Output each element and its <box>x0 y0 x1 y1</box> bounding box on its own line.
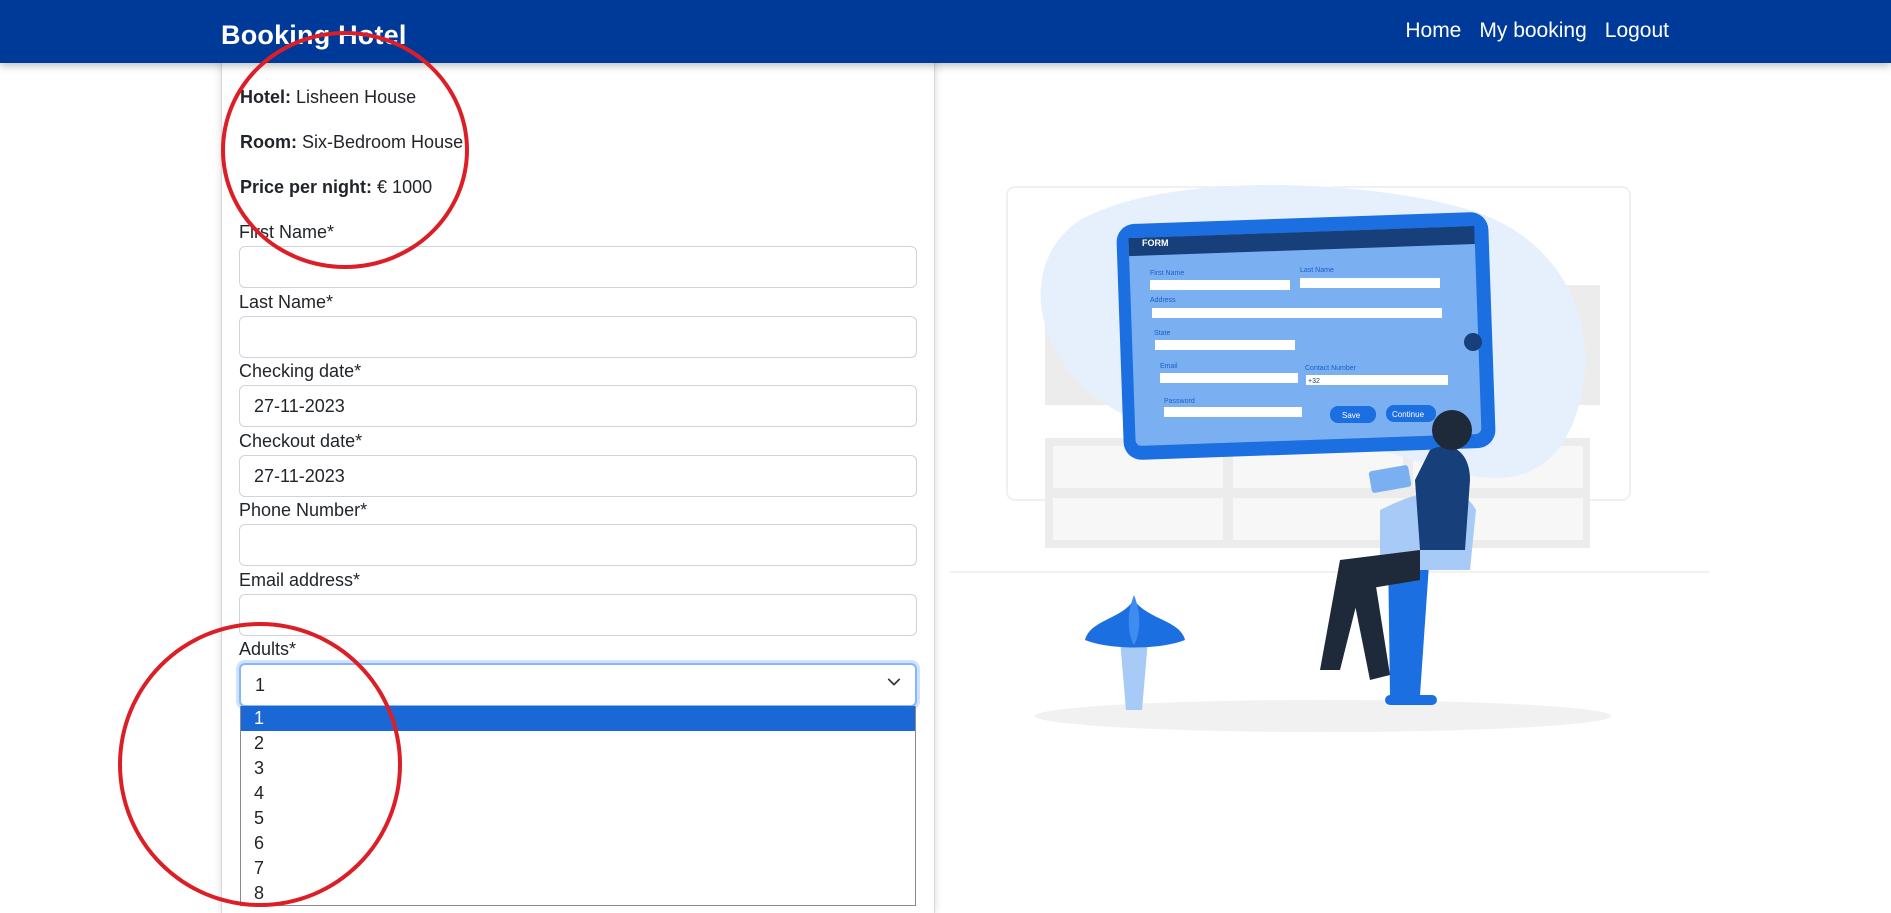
tablet-state-label: State <box>1154 330 1170 337</box>
nav-my-booking-link[interactable]: My booking <box>1479 19 1586 43</box>
nav-home-link[interactable]: Home <box>1405 19 1461 43</box>
tablet-email-label: Email <box>1160 363 1178 370</box>
adults-select[interactable]: 1 <box>239 663 917 707</box>
tablet-first-name-label: First Name <box>1150 270 1184 277</box>
price-label: Price per night: <box>240 177 373 197</box>
nav-logout-link[interactable]: Logout <box>1605 19 1669 43</box>
adults-dropdown-list: 1 2 3 4 5 6 7 8 <box>240 706 916 906</box>
adults-option[interactable]: 5 <box>241 806 915 831</box>
navbar: Booking Hotel Home My booking Logout <box>0 0 1891 63</box>
email-input[interactable] <box>239 594 917 636</box>
hotel-info: Hotel: Lisheen House <box>240 87 416 108</box>
adults-option[interactable]: 1 <box>241 706 915 731</box>
adults-label: Adults* <box>239 639 297 659</box>
checkout-date-input[interactable]: 27-11-2023 <box>239 455 917 497</box>
plant-icon <box>1085 595 1185 710</box>
email-label: Email address* <box>239 570 361 590</box>
checkin-date-input[interactable]: 27-11-2023 <box>239 385 917 427</box>
adults-option[interactable]: 6 <box>241 831 915 856</box>
checkin-label: Checking date* <box>239 361 362 381</box>
brand-title[interactable]: Booking Hotel <box>221 20 407 51</box>
checkout-label: Checkout date* <box>239 431 363 451</box>
tablet-last-name-label: Last Name <box>1300 267 1334 274</box>
tablet-country-code: +32 <box>1308 378 1320 385</box>
adults-option[interactable]: 3 <box>241 756 915 781</box>
phone-label: Phone Number* <box>239 500 368 520</box>
adults-option[interactable]: 8 <box>241 881 915 905</box>
adults-selected-value: 1 <box>255 675 266 695</box>
tablet-save-button: Save <box>1342 411 1361 420</box>
tablet-continue-button: Continue <box>1392 410 1425 419</box>
adults-option[interactable]: 4 <box>241 781 915 806</box>
adults-option[interactable]: 7 <box>241 856 915 881</box>
nav-links: Home My booking Logout <box>1405 19 1669 43</box>
phone-input[interactable] <box>239 524 917 566</box>
booking-form-illustration: FORM First Name Last Name Address State … <box>950 185 1710 732</box>
last-name-label: Last Name* <box>239 292 334 312</box>
adults-option[interactable]: 2 <box>241 731 915 756</box>
tablet-contact-label: Contact Number <box>1305 365 1357 372</box>
hotel-label: Hotel: <box>240 87 291 107</box>
last-name-input[interactable] <box>239 316 917 358</box>
tablet-form-title: FORM <box>1142 238 1169 248</box>
tablet-password-label: Password <box>1164 398 1195 405</box>
tablet-address-label: Address <box>1150 297 1176 304</box>
hotel-value: Lisheen House <box>296 87 417 107</box>
first-name-input[interactable] <box>239 246 917 288</box>
room-value: Six-Bedroom House <box>302 132 464 152</box>
chevron-down-icon <box>887 678 901 686</box>
room-info: Room: Six-Bedroom House <box>240 132 463 153</box>
room-label: Room: <box>240 132 297 152</box>
price-value: € 1000 <box>377 177 433 197</box>
first-name-label: First Name* <box>239 222 335 242</box>
price-info: Price per night: € 1000 <box>240 177 432 198</box>
